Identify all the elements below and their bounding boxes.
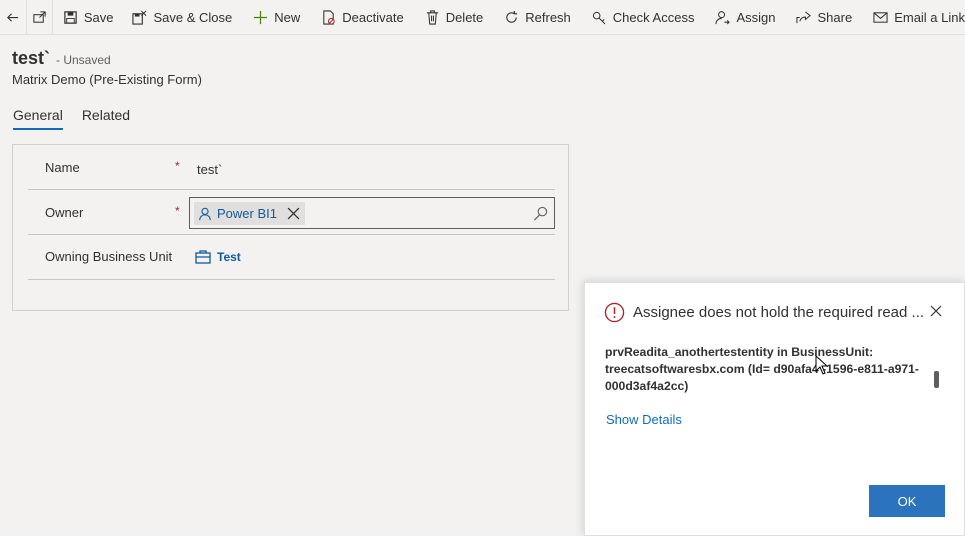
email-link-label: Email a Link — [894, 9, 965, 25]
refresh-label: Refresh — [525, 9, 571, 25]
dialog-header: Assignee does not hold the required read… — [604, 302, 924, 323]
back-arrow-icon — [7, 12, 19, 22]
save-icon — [64, 10, 77, 24]
business-unit-link[interactable]: Test — [195, 250, 241, 264]
share-button[interactable]: Share — [796, 0, 852, 35]
deactivate-icon — [323, 9, 335, 25]
business-unit-value: Test — [217, 250, 241, 264]
new-button[interactable]: New — [253, 0, 300, 35]
required-marker: * — [175, 159, 180, 173]
delete-button[interactable]: Delete — [425, 0, 484, 35]
email-icon — [873, 11, 888, 23]
owner-value: Power BI1 — [217, 206, 277, 221]
save-status: - Unsaved — [56, 53, 111, 67]
owner-lookup-input[interactable]: Power BI1 — [189, 197, 555, 229]
share-icon — [796, 10, 812, 23]
close-icon[interactable] — [930, 305, 942, 317]
mouse-cursor-icon — [815, 355, 829, 375]
field-row-name: Name * test` — [28, 145, 555, 190]
open-new-window-button[interactable] — [26, 0, 52, 35]
tab-general[interactable]: General — [13, 107, 63, 130]
tab-related[interactable]: Related — [82, 107, 130, 130]
save-close-label: Save & Close — [153, 9, 233, 25]
error-icon — [604, 302, 625, 323]
field-row-business-unit: Owning Business Unit Test — [28, 235, 555, 280]
save-label: Save — [83, 9, 114, 25]
owner-label: Owner — [45, 205, 84, 220]
dialog-title: Assignee does not hold the required read… — [633, 304, 925, 321]
divider — [52, 0, 53, 35]
name-label: Name — [45, 160, 80, 175]
assign-icon — [715, 10, 731, 24]
refresh-button[interactable]: Refresh — [504, 0, 571, 35]
deactivate-label: Deactivate — [342, 9, 404, 25]
save-button[interactable]: Save — [63, 0, 114, 35]
dialog-message: prvReadita_anothertestentity in Business… — [605, 345, 919, 393]
business-unit-label: Owning Business Unit — [45, 249, 173, 264]
back-button[interactable] — [0, 0, 26, 35]
assign-button[interactable]: Assign — [715, 0, 775, 35]
user-icon — [199, 207, 211, 220]
delete-label: Delete — [445, 9, 484, 25]
search-icon[interactable] — [533, 206, 548, 221]
trash-icon — [426, 9, 438, 25]
general-section: Name * test` Owner * Power BI1 Owning Bu… — [12, 144, 569, 311]
form-selector[interactable]: Matrix Demo (Pre-Existing Form) — [12, 72, 202, 87]
name-field[interactable]: test` — [197, 162, 222, 177]
key-icon — [592, 11, 606, 24]
show-details-link[interactable]: Show Details — [606, 412, 682, 427]
dialog-scrollbar[interactable] — [934, 371, 939, 388]
open-window-icon — [33, 10, 46, 23]
tab-list: General Related — [13, 107, 149, 130]
ok-button[interactable]: OK — [869, 485, 945, 517]
check-access-button[interactable]: Check Access — [592, 0, 695, 35]
save-close-icon — [132, 10, 147, 25]
record-title: test` - Unsaved — [12, 48, 111, 69]
owner-tag[interactable]: Power BI1 — [194, 202, 305, 225]
record-name: test` — [12, 48, 51, 68]
assign-label: Assign — [736, 9, 776, 25]
field-row-owner: Owner * Power BI1 — [28, 190, 555, 235]
new-label: New — [274, 9, 301, 25]
email-link-button[interactable]: Email a Link — [873, 0, 965, 35]
share-label: Share — [817, 9, 853, 25]
remove-icon[interactable] — [287, 207, 300, 220]
command-bar: Save Save & Close New Deactivate Delete … — [0, 0, 965, 35]
refresh-icon — [506, 10, 518, 23]
deactivate-button[interactable]: Deactivate — [321, 0, 404, 35]
error-dialog: Assignee does not hold the required read… — [584, 282, 965, 536]
business-unit-icon — [195, 250, 211, 264]
required-marker: * — [175, 204, 180, 218]
check-access-label: Check Access — [612, 9, 695, 25]
save-close-button[interactable]: Save & Close — [132, 0, 232, 35]
plus-icon — [254, 10, 268, 24]
